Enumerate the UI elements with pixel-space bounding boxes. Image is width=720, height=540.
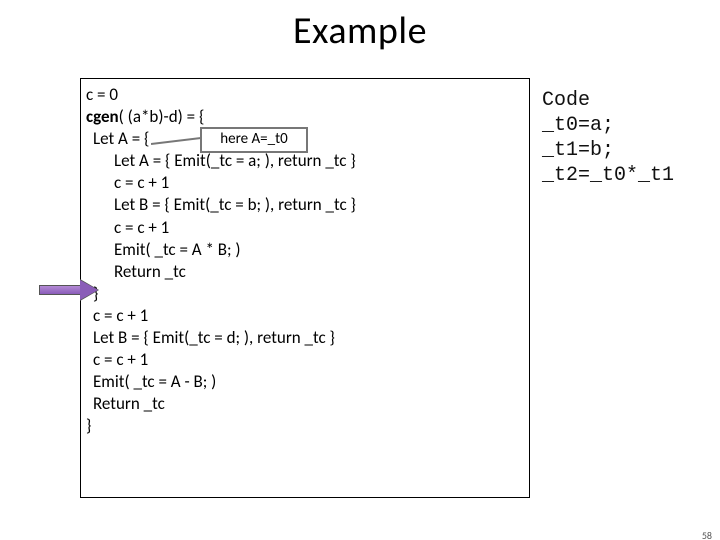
code-line: Let B = { Emit(_tc = b; ), return _tc }	[86, 194, 526, 216]
emitted-heading: Code	[542, 88, 674, 113]
code-line: c = c + 1	[86, 217, 526, 239]
code-text: ( (a*b)-d) = {	[119, 106, 205, 127]
page-number: 58	[702, 529, 712, 540]
code-line: }	[86, 283, 526, 305]
code-line: Emit( _tc = A - B; )	[86, 371, 526, 393]
emitted-line: _t1=b;	[542, 138, 674, 163]
code-line: c = c + 1	[86, 172, 526, 194]
pointer-arrow-icon	[39, 280, 105, 300]
connector-line-icon	[151, 136, 201, 142]
code-line: Emit( _tc = A * B; )	[86, 239, 526, 261]
code-line: c = c + 1	[86, 349, 526, 371]
code-line: Return _tc	[86, 261, 526, 283]
code-line: }	[86, 415, 526, 437]
code-line: Return _tc	[86, 393, 526, 415]
slide: Example here A=_t0 c = 0 cgen( (a*b)-d) …	[0, 8, 720, 540]
code-line: Let B = { Emit(_tc = d; ), return _tc }	[86, 327, 526, 349]
annotation-label: here A=_t0	[200, 127, 308, 153]
keyword-cgen: cgen	[86, 106, 119, 127]
code-line: Let A = { Emit(_tc = a; ), return _tc }	[86, 150, 526, 172]
emitted-line: _t2=_t0*_t1	[542, 163, 674, 188]
code-line: cgen( (a*b)-d) = {	[86, 106, 526, 128]
emitted-code-block: Code _t0=a; _t1=b; _t2=_t0*_t1	[542, 88, 674, 188]
emitted-line: _t0=a;	[542, 113, 674, 138]
slide-title: Example	[0, 8, 720, 54]
code-line: c = 0	[86, 84, 526, 106]
code-line: c = c + 1	[86, 305, 526, 327]
